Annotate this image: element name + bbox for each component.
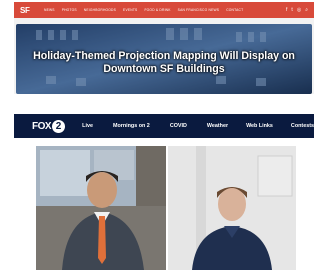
headline-line-2: Downtown SF Buildings bbox=[103, 63, 225, 75]
fox-menu-item[interactable]: COVID bbox=[170, 123, 187, 129]
fox-menu-item[interactable]: Mornings on 2 bbox=[113, 123, 150, 129]
site-logo[interactable]: SF bbox=[14, 6, 44, 15]
article-headline[interactable]: Holiday-Themed Projection Mapping Will D… bbox=[16, 50, 312, 76]
fox-menu-item[interactable]: Web Links bbox=[246, 123, 273, 129]
site-menu-item[interactable]: FOOD & DRINK bbox=[144, 8, 170, 12]
fox2-video-screenshot: FOX 2 Live Mornings on 2 COVID Weather W… bbox=[14, 114, 314, 270]
fox-menu-item[interactable]: Contests bbox=[291, 123, 314, 129]
hero-image[interactable]: Holiday-Themed Projection Mapping Will D… bbox=[16, 24, 312, 94]
site-menu-item[interactable]: EVENTS bbox=[123, 8, 137, 12]
site-menu-item[interactable]: PHOTOS bbox=[62, 8, 77, 12]
site-menu: NEWS PHOTOS NEIGHBORHOODS EVENTS FOOD & … bbox=[44, 8, 243, 12]
fox-menu-item[interactable]: Live bbox=[82, 123, 93, 129]
video-player[interactable] bbox=[36, 146, 296, 270]
instagram-icon[interactable]: ◎ bbox=[297, 7, 301, 13]
sf-article-screenshot: SF NEWS PHOTOS NEIGHBORHOODS EVENTS FOOD… bbox=[14, 2, 314, 94]
site-menu-item[interactable]: SAN FRANCISCO NEWS bbox=[178, 8, 220, 12]
site-menu-item[interactable]: NEIGHBORHOODS bbox=[84, 8, 116, 12]
site-menu-item[interactable]: CONTACT bbox=[226, 8, 243, 12]
facebook-icon[interactable]: f bbox=[286, 7, 287, 13]
fox-nav-bar: FOX 2 Live Mornings on 2 COVID Weather W… bbox=[14, 114, 314, 138]
fox2-logo[interactable]: FOX 2 bbox=[14, 119, 82, 133]
video-frame-graphic bbox=[36, 146, 296, 270]
fox-menu-item[interactable]: Weather bbox=[207, 123, 228, 129]
page: SF NEWS PHOTOS NEIGHBORHOODS EVENTS FOOD… bbox=[0, 0, 328, 270]
fox-menu: Live Mornings on 2 COVID Weather Web Lin… bbox=[82, 123, 314, 129]
twitter-icon[interactable]: t bbox=[291, 7, 292, 13]
headline-line-1: Holiday-Themed Projection Mapping Will D… bbox=[33, 50, 295, 62]
search-icon[interactable]: ⌕ bbox=[305, 7, 308, 13]
site-nav-bar: SF NEWS PHOTOS NEIGHBORHOODS EVENTS FOOD… bbox=[14, 2, 314, 18]
social-icons: f t ◎ ⌕ bbox=[286, 7, 308, 13]
site-menu-item[interactable]: NEWS bbox=[44, 8, 55, 12]
